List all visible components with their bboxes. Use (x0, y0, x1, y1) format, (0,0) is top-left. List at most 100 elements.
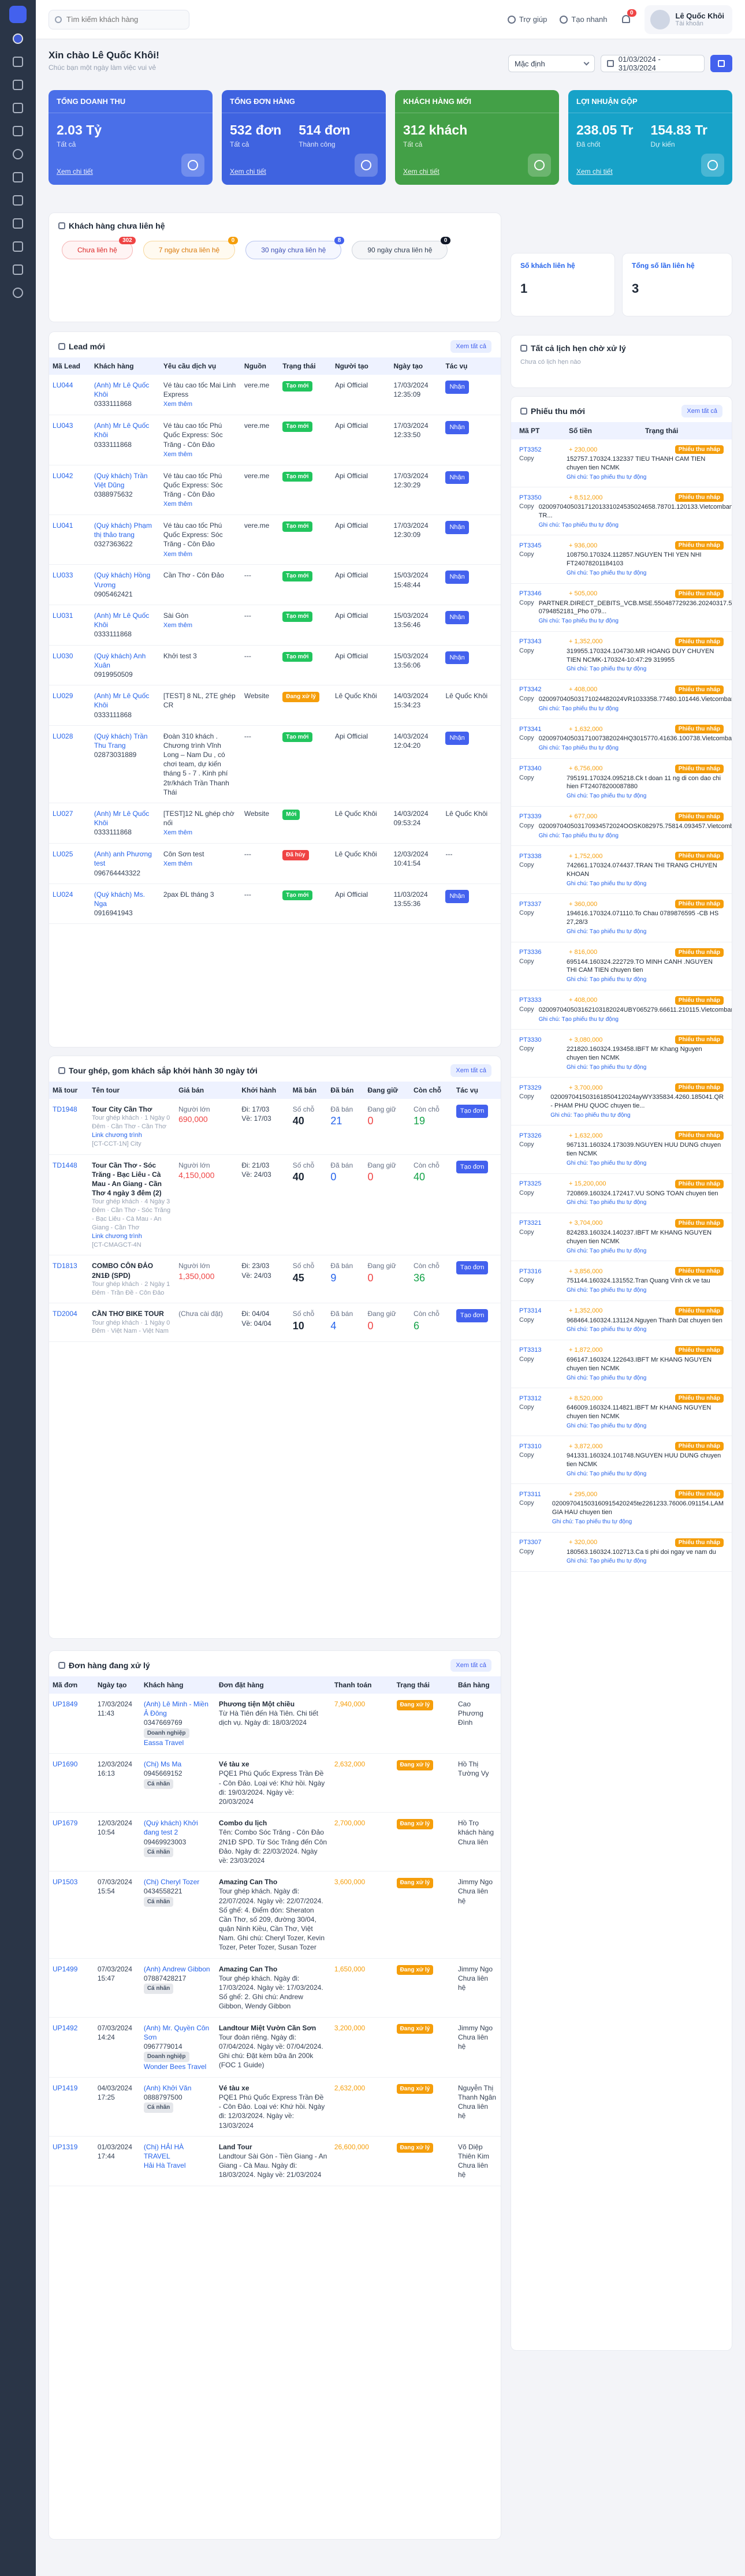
order-code-link[interactable]: UP1499 (53, 1965, 77, 1973)
lead-code-link[interactable]: LU028 (53, 732, 73, 740)
copy-button[interactable]: Copy (519, 735, 534, 752)
customer-name[interactable]: (Quý khách) Anh Xuân (94, 651, 157, 670)
receive-button[interactable]: Nhận (445, 421, 469, 435)
receipt-code-link[interactable]: PT3340 (519, 765, 561, 772)
program-link[interactable]: Link chương trình (92, 1131, 172, 1140)
copy-button[interactable]: Copy (519, 774, 562, 800)
receipt-code-link[interactable]: PT3329 (519, 1084, 561, 1091)
customer-name[interactable]: (Quý khách) Hồng Vương (94, 571, 157, 589)
receive-button[interactable]: Nhận (445, 521, 469, 534)
money-icon[interactable] (13, 218, 23, 229)
receipt-code-link[interactable]: PT3342 (519, 686, 561, 693)
receipt-code-link[interactable]: PT3313 (519, 1347, 561, 1354)
lead-code-link[interactable]: LU025 (53, 850, 73, 858)
customer-name[interactable]: (Anh) anh Phương test (94, 849, 157, 868)
date-range-picker[interactable]: 01/03/2024 - 31/03/2024 (601, 55, 705, 72)
copy-button[interactable]: Copy (519, 1229, 562, 1255)
lead-code-link[interactable]: LU041 (53, 521, 73, 530)
copy-button[interactable]: Copy (519, 1045, 562, 1071)
chart-icon[interactable] (13, 241, 23, 252)
customer-name[interactable]: (Chị) HẢI HÀ TRAVEL (144, 2142, 212, 2161)
pill-90-days[interactable]: 90 ngày chưa liên hệ 0 (352, 237, 451, 259)
copy-button[interactable]: Copy (519, 1093, 546, 1119)
stat-detail-link[interactable]: Xem chi tiết (403, 167, 439, 176)
copy-button[interactable]: Copy (519, 909, 562, 935)
receipt-code-link[interactable]: PT3341 (519, 726, 561, 733)
notification-bell[interactable]: 0 (620, 9, 636, 25)
see-more-link[interactable]: Xem thêm (163, 501, 192, 508)
copy-button[interactable]: Copy (519, 958, 562, 984)
receipt-code-link[interactable]: PT3325 (519, 1180, 561, 1187)
see-more-link[interactable]: Xem thêm (163, 551, 192, 558)
order-code-link[interactable]: UP1849 (53, 1700, 77, 1708)
receipt-code-link[interactable]: PT3337 (519, 901, 561, 908)
stat-detail-link[interactable]: Xem chi tiết (576, 167, 613, 176)
copy-button[interactable]: Copy (519, 503, 534, 529)
bus-icon[interactable] (13, 126, 23, 136)
receipt-code-link[interactable]: PT3336 (519, 949, 561, 956)
customer-name[interactable]: (Anh) Mr Lê Quốc Khôi (94, 381, 157, 399)
copy-button[interactable]: Copy (519, 1141, 562, 1167)
lead-code-link[interactable]: LU043 (53, 422, 73, 430)
orders-view-all-button[interactable]: Xem tất cả (450, 1659, 491, 1672)
receipt-code-link[interactable]: PT3352 (519, 446, 561, 453)
calendar-icon[interactable] (13, 149, 23, 159)
receipts-view-all-button[interactable]: Xem tất cả (681, 405, 722, 417)
customer-name[interactable]: (Quý khách) Khởi đang test 2 (144, 1818, 212, 1837)
copy-button[interactable]: Copy (519, 1500, 547, 1526)
tour-code-link[interactable]: TD1813 (53, 1262, 77, 1270)
tour-code-link[interactable]: TD1448 (53, 1161, 77, 1169)
lead-code-link[interactable]: LU029 (53, 692, 73, 700)
customer-name[interactable]: (Anh) Andrew Gibbon (144, 1964, 212, 1974)
receipt-code-link[interactable]: PT3307 (519, 1539, 561, 1546)
customer-name[interactable]: (Quý khách) Trần Việt Dũng (94, 471, 157, 490)
receipt-code-link[interactable]: PT3343 (519, 638, 561, 645)
see-more-link[interactable]: Xem thêm (163, 860, 192, 867)
order-code-link[interactable]: UP1492 (53, 2024, 77, 2032)
receipt-code-link[interactable]: PT3312 (519, 1395, 561, 1402)
order-code-link[interactable]: UP1690 (53, 1760, 77, 1768)
create-order-button[interactable]: Tạo đơn (456, 1309, 489, 1323)
create-order-button[interactable]: Tạo đơn (456, 1105, 489, 1118)
lead-code-link[interactable]: LU044 (53, 381, 73, 389)
create-order-button[interactable]: Tạo đơn (456, 1261, 489, 1275)
receipt-code-link[interactable]: PT3333 (519, 997, 561, 1004)
receipt-code-link[interactable]: PT3310 (519, 1443, 561, 1450)
users-icon[interactable] (13, 57, 23, 67)
copy-button[interactable]: Copy (519, 695, 534, 713)
map-icon[interactable] (13, 80, 23, 90)
order-code-link[interactable]: UP1679 (53, 1819, 77, 1827)
see-more-link[interactable]: Xem thêm (163, 829, 192, 836)
customer-name[interactable]: (Anh) Mr Lê Quốc Khôi (94, 421, 157, 439)
see-more-link[interactable]: Xem thêm (163, 451, 192, 458)
copy-button[interactable]: Copy (519, 822, 534, 840)
tour-code-link[interactable]: TD2004 (53, 1310, 77, 1318)
copy-button[interactable]: Copy (519, 1006, 534, 1023)
help-link[interactable]: Trợ giúp (507, 15, 547, 24)
lead-code-link[interactable]: LU033 (53, 571, 73, 579)
copy-button[interactable]: Copy (519, 862, 562, 888)
app-logo[interactable] (9, 6, 27, 23)
lead-code-link[interactable]: LU024 (53, 890, 73, 899)
tours-view-all-button[interactable]: Xem tất cả (450, 1064, 491, 1077)
receipt-code-link[interactable]: PT3326 (519, 1132, 561, 1139)
receive-button[interactable]: Nhận (445, 611, 469, 624)
copy-button[interactable]: Copy (519, 1548, 562, 1565)
document-icon[interactable] (13, 172, 23, 182)
apply-filter-button[interactable] (710, 55, 732, 72)
chat-icon[interactable] (13, 264, 23, 275)
receipt-code-link[interactable]: PT3339 (519, 813, 561, 820)
quick-create-link[interactable]: Tạo nhanh (560, 15, 608, 24)
receipt-code-link[interactable]: PT3338 (519, 853, 561, 860)
pill-30-days[interactable]: 30 ngày chưa liên hệ 8 (245, 237, 345, 259)
customer-name[interactable]: (Quý khách) Phạm thị thảo trang (94, 521, 157, 539)
see-more-link[interactable]: Xem thêm (163, 401, 192, 408)
receipt-code-link[interactable]: PT3350 (519, 494, 561, 501)
receipt-code-link[interactable]: PT3314 (519, 1307, 561, 1314)
receive-button[interactable]: Nhận (445, 571, 469, 584)
customer-name[interactable]: (Chị) Cheryl Tozer (144, 1877, 212, 1887)
receive-button[interactable]: Nhận (445, 731, 469, 745)
copy-button[interactable]: Copy (519, 455, 562, 481)
receive-button[interactable]: Nhận (445, 471, 469, 484)
receive-button[interactable]: Nhận (445, 889, 469, 903)
